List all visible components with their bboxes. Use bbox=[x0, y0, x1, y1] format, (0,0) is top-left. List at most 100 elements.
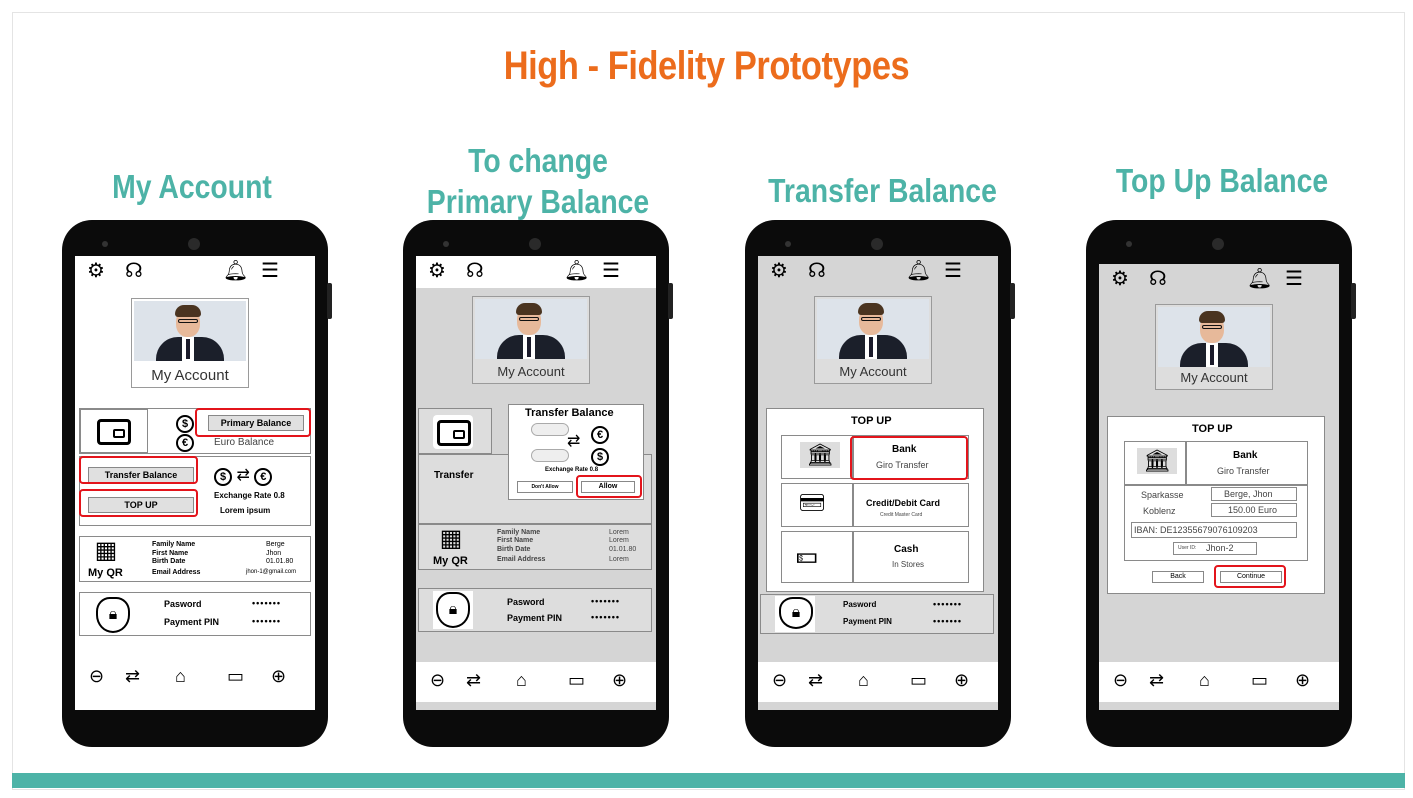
cash-title: Cash bbox=[894, 544, 919, 555]
amount-field[interactable]: 150.00 Euro bbox=[1211, 503, 1297, 517]
bell-icon[interactable]: 🔔︎ bbox=[564, 260, 589, 282]
lock-icon: 🔒︎ bbox=[436, 592, 470, 628]
password-value[interactable]: ••••••• bbox=[591, 596, 620, 606]
account-name-field[interactable]: Berge, Jhon bbox=[1211, 487, 1297, 501]
profile-info-card: ▦ My QR Family Name First Name Birth Dat… bbox=[79, 536, 311, 582]
sensor bbox=[443, 241, 449, 247]
highlight-primary-balance bbox=[195, 408, 311, 437]
bank-option[interactable]: Bank Giro Transfer bbox=[1186, 441, 1308, 485]
back-icon[interactable]: ⊖ bbox=[772, 670, 787, 690]
qr-icon[interactable]: ▦ bbox=[92, 537, 120, 565]
pin-label: Payment PIN bbox=[507, 613, 563, 623]
phone-transfer-balance: ⚙ ☊ 🔔︎ ☰ My Account TOP UP 🏛︎ Bank Giro … bbox=[745, 220, 1015, 747]
credit-card-option[interactable]: Credit/Debit Card Credit Master Card bbox=[853, 483, 969, 527]
pin-value[interactable]: ••••••• bbox=[591, 612, 620, 622]
sensor bbox=[1126, 241, 1132, 247]
iban-field[interactable]: IBAN: DE12355679076109203 bbox=[1131, 522, 1297, 538]
password-value[interactable]: ••••••• bbox=[252, 598, 281, 608]
forward-icon[interactable]: ⊕ bbox=[271, 666, 286, 686]
menu-icon[interactable]: ☰ bbox=[602, 260, 620, 282]
pin-label: Payment PIN bbox=[843, 617, 892, 626]
exchange-icons: $ ⇄ € bbox=[214, 465, 273, 486]
transfer-label: Transfer bbox=[434, 470, 474, 481]
photo-label: My Account bbox=[497, 364, 565, 379]
pin-value[interactable]: ••••••• bbox=[933, 616, 962, 626]
bottom-nav: ⊖ ⇄ ⌂ ▭ ⊕ bbox=[758, 662, 998, 702]
profile-photo: My Account bbox=[814, 296, 932, 384]
family-name-label: Family Name bbox=[497, 529, 541, 536]
first-name-label: First Name bbox=[152, 550, 189, 557]
caption-top-up-balance: Top Up Balance bbox=[1115, 162, 1329, 199]
headset-icon[interactable]: ☊ bbox=[808, 260, 826, 282]
dialog-title: Transfer Balance bbox=[525, 407, 614, 419]
menu-icon[interactable]: ☰ bbox=[261, 260, 279, 282]
dialog-title: TOP UP bbox=[1192, 423, 1233, 435]
screen-change-primary: ⚙ ☊ 🔔︎ ☰ My Account Transfer Transfer Ba… bbox=[416, 256, 656, 710]
avatar bbox=[134, 301, 246, 361]
wallet-nav-icon[interactable]: ▭ bbox=[910, 670, 927, 690]
back-icon[interactable]: ⊖ bbox=[1113, 670, 1128, 690]
back-icon[interactable]: ⊖ bbox=[430, 670, 445, 690]
caption-change-primary: To change Primary Balance bbox=[426, 140, 650, 222]
forward-icon[interactable]: ⊕ bbox=[954, 670, 969, 690]
home-icon[interactable]: ⌂ bbox=[175, 666, 186, 686]
bell-icon[interactable]: 🔔︎ bbox=[906, 260, 931, 282]
qr-label: My QR bbox=[433, 555, 468, 567]
qr-icon[interactable]: ▦ bbox=[437, 525, 465, 553]
transfer-icon[interactable]: ⇄ bbox=[125, 666, 140, 686]
card-sub: Credit Master Card bbox=[880, 512, 923, 518]
password-label: Pasword bbox=[164, 599, 202, 609]
wallet-nav-icon[interactable]: ▭ bbox=[568, 670, 585, 690]
exchange-rate: Exchange Rate 0.8 bbox=[545, 467, 599, 473]
headset-icon[interactable]: ☊ bbox=[1149, 268, 1167, 290]
gear-icon[interactable]: ⚙ bbox=[1111, 268, 1129, 290]
bottom-nav: ⊖ ⇄ ⌂ ▭ ⊕ bbox=[416, 662, 656, 702]
front-camera bbox=[188, 238, 200, 250]
home-icon[interactable]: ⌂ bbox=[858, 670, 869, 690]
dont-allow-button[interactable]: Don't Allow bbox=[517, 481, 573, 493]
top-bar: ⚙ ☊ 🔔︎ ☰ bbox=[758, 256, 998, 288]
menu-icon[interactable]: ☰ bbox=[1285, 268, 1303, 290]
swap-icon: ⇄ bbox=[567, 433, 581, 450]
password-label: Pasword bbox=[843, 600, 877, 609]
euro-icon: € bbox=[591, 425, 609, 444]
home-icon[interactable]: ⌂ bbox=[516, 670, 527, 690]
email-value: jhon-1@gmail.com bbox=[246, 569, 297, 575]
side-button bbox=[668, 283, 673, 319]
cash-option[interactable]: Cash In Stores bbox=[853, 531, 969, 583]
cash-sub: In Stores bbox=[892, 560, 925, 569]
forward-icon[interactable]: ⊕ bbox=[1295, 670, 1310, 690]
bank-city: Koblenz bbox=[1143, 506, 1176, 516]
menu-icon[interactable]: ☰ bbox=[944, 260, 962, 282]
forward-icon[interactable]: ⊕ bbox=[612, 670, 627, 690]
password-value[interactable]: ••••••• bbox=[933, 599, 962, 609]
gear-icon[interactable]: ⚙ bbox=[770, 260, 788, 282]
user-id-field[interactable]: User ID: Jhon-2 bbox=[1173, 542, 1257, 555]
bell-icon[interactable]: 🔔︎ bbox=[1247, 268, 1272, 290]
headset-icon[interactable]: ☊ bbox=[125, 260, 143, 282]
highlight-transfer bbox=[79, 456, 198, 484]
gear-icon[interactable]: ⚙ bbox=[87, 260, 105, 282]
front-camera bbox=[871, 238, 883, 250]
home-icon[interactable]: ⌂ bbox=[1199, 670, 1210, 690]
euro-icon: € bbox=[176, 433, 194, 452]
cash-icon: 💵︎ bbox=[796, 542, 818, 569]
top-bar: ⚙ ☊ 🔔︎ ☰ bbox=[416, 256, 656, 288]
wallet-nav-icon[interactable]: ▭ bbox=[1251, 670, 1268, 690]
bell-icon[interactable]: 🔔︎ bbox=[223, 260, 248, 282]
transfer-icon[interactable]: ⇄ bbox=[1149, 670, 1164, 690]
headset-icon[interactable]: ☊ bbox=[466, 260, 484, 282]
pin-value[interactable]: ••••••• bbox=[252, 616, 281, 626]
amount-input-1[interactable] bbox=[531, 423, 569, 436]
user-id-label: User ID: bbox=[1178, 545, 1197, 551]
transfer-icon[interactable]: ⇄ bbox=[466, 670, 481, 690]
avatar bbox=[475, 299, 587, 359]
back-button[interactable]: Back bbox=[1152, 571, 1204, 583]
bottom-nav: ⊖ ⇄ ⌂ ▭ ⊕ bbox=[1099, 662, 1339, 702]
amount-input-2[interactable] bbox=[531, 449, 569, 462]
transfer-icon[interactable]: ⇄ bbox=[808, 670, 823, 690]
wallet-nav-icon[interactable]: ▭ bbox=[227, 666, 244, 686]
gear-icon[interactable]: ⚙ bbox=[428, 260, 446, 282]
back-icon[interactable]: ⊖ bbox=[89, 666, 104, 686]
email-label: Email Address bbox=[152, 569, 201, 576]
